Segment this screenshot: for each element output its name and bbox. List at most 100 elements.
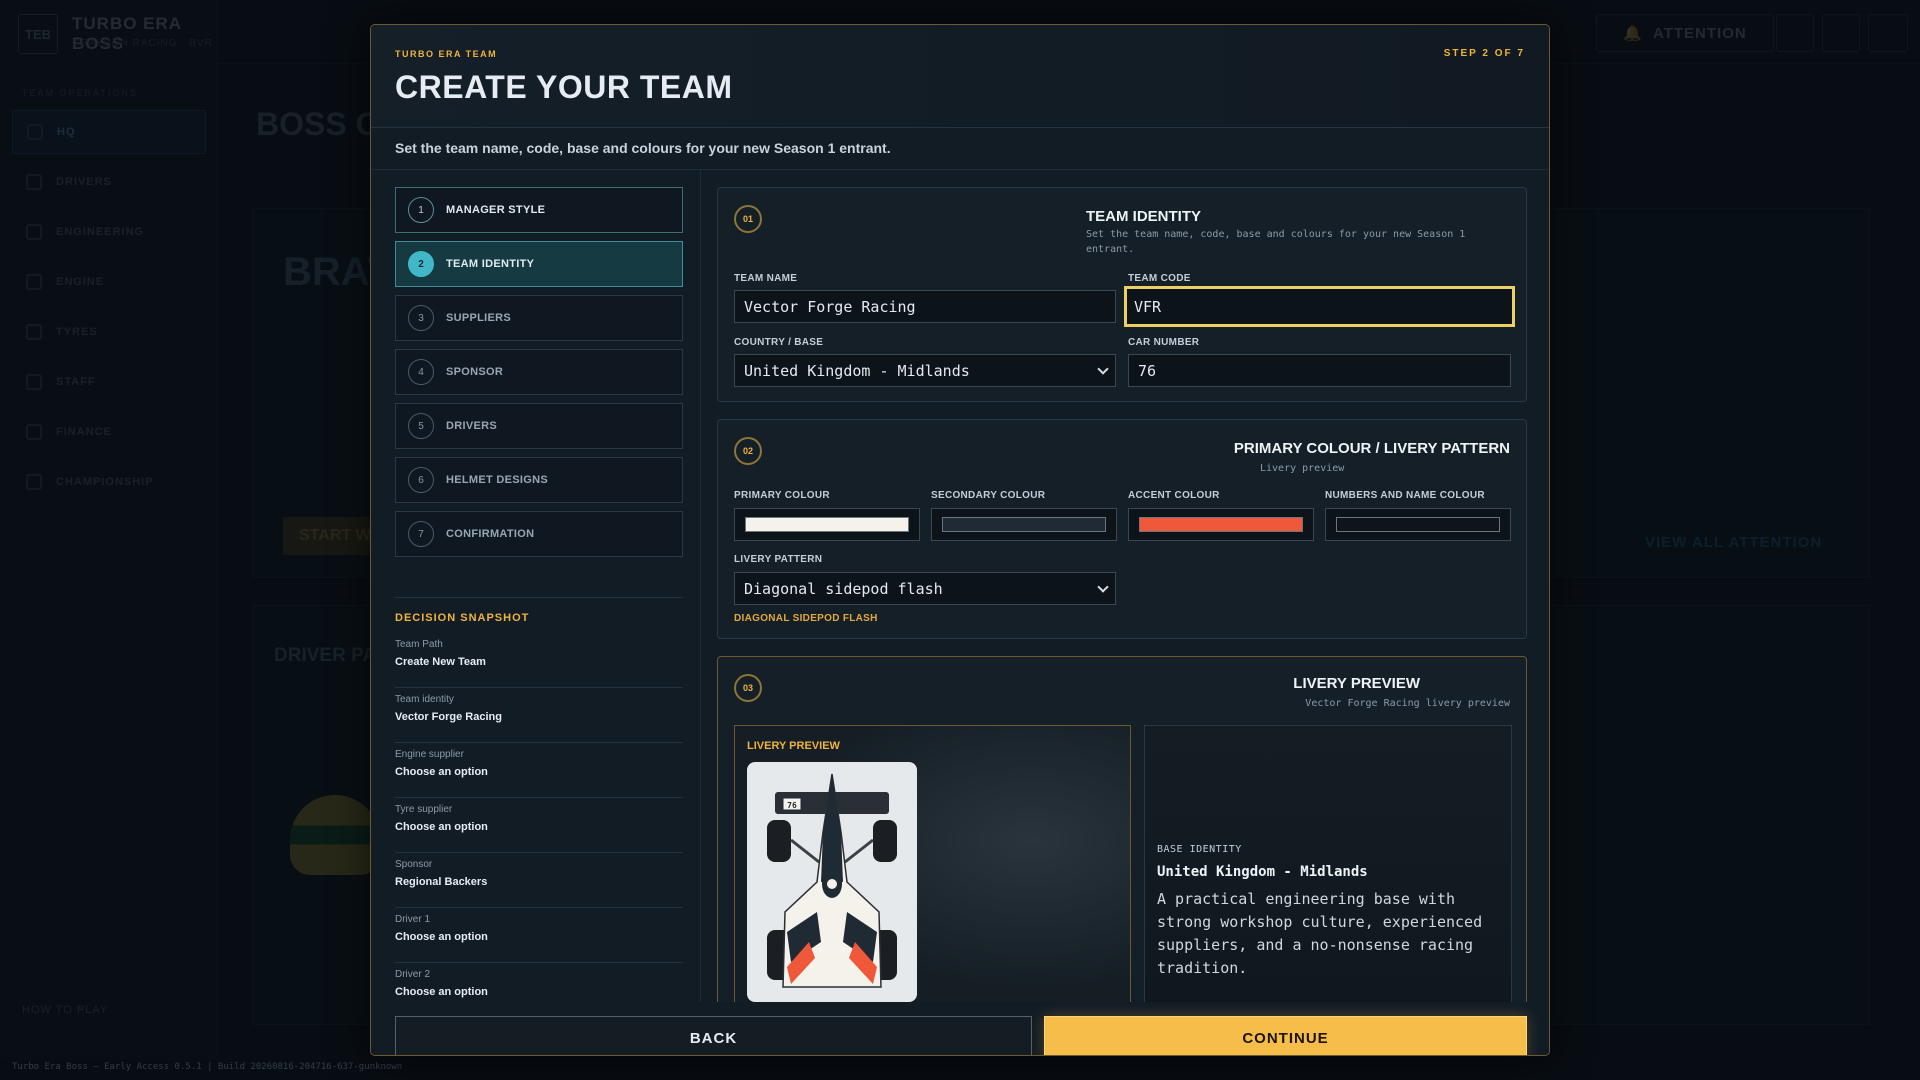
car-number-input[interactable]: 76: [1128, 354, 1511, 387]
step-manager-style[interactable]: 1 MANAGER STYLE: [395, 187, 683, 233]
secondary-colour-label: SECONDARY COLOUR: [931, 490, 1046, 501]
wizard-sidebar: 1 MANAGER STYLE 2 TEAM IDENTITY 3 SUPPLIERS…: [395, 187, 683, 1002]
wizard-content: 01 TEAM IDENTITY Set the team name, code…: [717, 187, 1527, 1002]
step-number: 4: [408, 359, 434, 385]
numbers-colour-swatch: [1336, 517, 1500, 532]
livery-pattern-label: LIVERY PATTERN: [734, 554, 823, 565]
decision-snapshot-title: DECISION SNAPSHOT: [395, 612, 530, 624]
country-base-value: United Kingdom - Midlands: [744, 361, 970, 380]
step-number: 1: [408, 197, 434, 223]
livery-preview-label: LIVERY PREVIEW: [747, 740, 840, 752]
accent-colour-label: ACCENT COLOUR: [1128, 490, 1220, 501]
step-label: DRIVERS: [446, 420, 497, 432]
chevron-down-icon: [1097, 362, 1109, 375]
modal-header: TURBO ERA TEAM STEP 2 OF 7 CREATE YOUR T…: [371, 25, 1549, 128]
continue-button[interactable]: CONTINUE: [1044, 1016, 1527, 1055]
step-label: CONFIRMATION: [446, 528, 535, 540]
team-identity-card: 01 TEAM IDENTITY Set the team name, code…: [717, 187, 1527, 402]
snapshot-value: Choose an option: [395, 986, 488, 998]
snapshot-value: Vector Forge Racing: [395, 711, 502, 723]
step-number: 6: [408, 467, 434, 493]
livery-pattern-note: DIAGONAL SIDEPOD FLASH: [734, 613, 878, 624]
base-identity-panel: BASE IDENTITY United Kingdom - Midlands …: [1144, 725, 1512, 1002]
step-sponsor[interactable]: 4 SPONSOR: [395, 349, 683, 395]
step-drivers[interactable]: 5 DRIVERS: [395, 403, 683, 449]
step-helmet-designs[interactable]: 6 HELMET DESIGNS: [395, 457, 683, 503]
snapshot-row: Team Path Create New Team: [395, 633, 683, 688]
section-title: LIVERY PREVIEW: [1293, 675, 1420, 692]
step-label: HELMET DESIGNS: [446, 474, 548, 486]
divider: [395, 597, 683, 598]
divider: [371, 169, 1549, 170]
section-title: PRIMARY COLOUR / LIVERY PATTERN: [1233, 440, 1510, 457]
step-label: SPONSOR: [446, 366, 504, 378]
livery-pattern-select[interactable]: Diagonal sidepod flash: [734, 572, 1116, 605]
base-identity-description: A practical engineering base with strong…: [1157, 890, 1483, 977]
step-label: MANAGER STYLE: [446, 204, 546, 216]
snapshot-label: Tyre supplier: [395, 804, 453, 815]
section-subtitle: Vector Forge Racing livery preview: [1305, 698, 1510, 709]
numbers-colour-picker[interactable]: [1325, 508, 1511, 541]
base-identity-title: United Kingdom - Midlands: [1157, 864, 1368, 880]
section-badge: 01: [734, 205, 762, 233]
snapshot-label: Team identity: [395, 694, 454, 705]
primary-colour-swatch: [745, 517, 909, 532]
snapshot-value: Choose an option: [395, 821, 488, 833]
create-team-modal: TURBO ERA TEAM STEP 2 OF 7 CREATE YOUR T…: [370, 24, 1550, 1056]
snapshot-label: Driver 1: [395, 914, 431, 925]
step-number: 3: [408, 305, 434, 331]
snapshot-row: Team identity Vector Forge Racing: [395, 688, 683, 743]
accent-colour-picker[interactable]: [1128, 508, 1314, 541]
section-badge: 03: [734, 674, 762, 702]
team-code-input[interactable]: VFR: [1124, 286, 1515, 327]
team-name-label: TEAM NAME: [734, 273, 798, 284]
accent-colour-swatch: [1139, 517, 1303, 532]
step-number: 5: [408, 413, 434, 439]
primary-colour-picker[interactable]: [734, 508, 920, 541]
snapshot-row: Engine supplier Choose an option: [395, 743, 683, 798]
country-base-select[interactable]: United Kingdom - Midlands: [734, 354, 1116, 387]
step-indicator: STEP 2 OF 7: [1443, 48, 1525, 59]
section-badge: 02: [734, 437, 762, 465]
snapshot-value: Choose an option: [395, 931, 488, 943]
snapshot-row: Sponsor Regional Backers: [395, 853, 683, 908]
snapshot-value: Choose an option: [395, 766, 488, 778]
snapshot-label: Sponsor: [395, 859, 433, 870]
modal-title: CREATE YOUR TEAM: [395, 69, 733, 105]
step-suppliers[interactable]: 3 SUPPLIERS: [395, 295, 683, 341]
step-number: 7: [408, 521, 434, 547]
snapshot-row: Driver 1 Choose an option: [395, 908, 683, 963]
snapshot-row: Tyre supplier Choose an option: [395, 798, 683, 853]
car-preview: 76: [747, 762, 917, 1002]
modal-footer: BACK CONTINUE: [371, 1002, 1549, 1055]
team-code-label: TEAM CODE: [1128, 273, 1191, 284]
step-number: 2: [408, 251, 434, 277]
section-subtitle: Livery preview: [1260, 463, 1345, 474]
modal-description: Set the team name, code, base and colour…: [395, 140, 891, 156]
secondary-colour-swatch: [942, 517, 1106, 532]
section-subtitle: Set the team name, code, base and colour…: [1086, 229, 1466, 255]
secondary-colour-picker[interactable]: [931, 508, 1117, 541]
modal-eyebrow: TURBO ERA TEAM: [395, 49, 498, 59]
livery-preview-card: 03 LIVERY PREVIEW Vector Forge Racing li…: [717, 656, 1527, 1002]
car-number: 76: [787, 801, 797, 810]
snapshot-label: Engine supplier: [395, 749, 464, 760]
chevron-down-icon: [1097, 580, 1109, 593]
team-name-input[interactable]: Vector Forge Racing: [734, 290, 1116, 323]
race-car-image: 76: [767, 773, 897, 988]
step-label: TEAM IDENTITY: [446, 258, 535, 270]
snapshot-value: Create New Team: [395, 656, 486, 668]
step-confirmation[interactable]: 7 CONFIRMATION: [395, 511, 683, 557]
snapshot-label: Team Path: [395, 639, 443, 650]
livery-pattern-value: Diagonal sidepod flash: [744, 579, 943, 598]
section-title: TEAM IDENTITY: [1086, 208, 1201, 225]
livery-preview-panel: LIVERY PREVIEW 76: [734, 725, 1131, 1002]
back-button[interactable]: BACK: [395, 1016, 1032, 1055]
colours-card: 02 PRIMARY COLOUR / LIVERY PATTERN Liver…: [717, 419, 1527, 639]
car-number-label: CAR NUMBER: [1128, 337, 1200, 348]
primary-colour-label: PRIMARY COLOUR: [734, 490, 830, 501]
snapshot-label: Driver 2: [395, 969, 431, 980]
numbers-colour-label: NUMBERS AND NAME COLOUR: [1325, 490, 1485, 501]
snapshot-value: Regional Backers: [395, 876, 488, 888]
step-team-identity[interactable]: 2 TEAM IDENTITY: [395, 241, 683, 287]
